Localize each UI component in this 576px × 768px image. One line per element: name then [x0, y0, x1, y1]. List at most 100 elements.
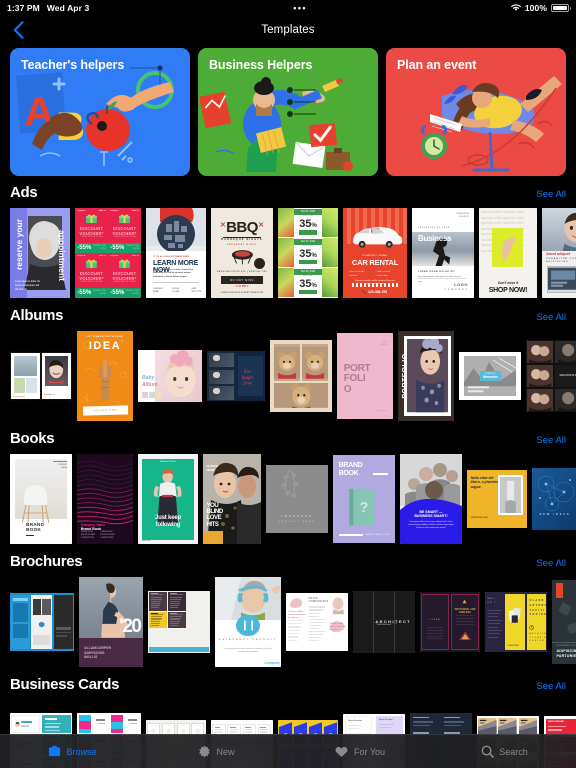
see-all-link[interactable]: See All: [536, 435, 566, 446]
featured-card-3[interactable]: Plan an event: [386, 48, 566, 176]
template-live-laugh-love-album[interactable]: live laugh love: [207, 351, 265, 401]
section-title: Books: [10, 430, 55, 447]
tab-new[interactable]: New: [144, 745, 288, 759]
svg-text:?: ?: [360, 500, 369, 516]
featured-card-title: Teacher's helpers: [21, 58, 125, 72]
template-reserve-your-appointment-ad[interactable]: reserve your appointment Lorem ipsum dol…: [10, 208, 70, 298]
template-adipiscing-parturient[interactable]: DECEMBER 2020 ADIPISCINGPARTURIENT M: [552, 580, 576, 664]
template-dark-trifold-brochure[interactable]: LOREM NOCTURNAL AND ENDLESS: [420, 592, 480, 652]
template-portfolio-pink-album[interactable]: 2020 ALBUM PORT FOLI O yourname.com: [337, 333, 393, 419]
template-yellow-grid-brochure[interactable]: [148, 591, 210, 653]
template-learn-more-now-ad[interactable]: IT IS A LONG ESTABLISHED LEARN MORE NOW …: [146, 208, 206, 298]
see-all-link[interactable]: See All: [536, 189, 566, 200]
tab-label: Browse: [66, 746, 97, 757]
browse-icon: [47, 745, 61, 759]
tab-label: New: [216, 746, 235, 757]
status-time: 1:37 PM: [7, 2, 40, 13]
template-yellow-design-brochure[interactable]: WHY US ? LOREM IPSUM CLASS APTENT TACITI SOC…: [485, 592, 547, 652]
section-title: Albums: [10, 307, 64, 324]
template-blue-tech-brochure[interactable]: [10, 593, 74, 651]
tab-browse[interactable]: Browse: [0, 745, 144, 759]
tab-label: For You: [353, 746, 386, 757]
template-blue-network-book[interactable]: NEW IDEAS: [532, 468, 576, 530]
svg-text:M: M: [153, 731, 155, 733]
template-architect-brochure[interactable]: ARCHITECT STUDIO & DESIGN: [353, 591, 415, 653]
template-lookbook-grey[interactable]: LOOKBOOK COMPANY NAME: [266, 465, 328, 533]
battery-percent: 100%: [524, 2, 547, 13]
tab-label: Search: [499, 746, 528, 757]
category-section-brochures: Brochures See All '20 ULLAMCORPER ADIPISC…: [0, 545, 576, 668]
svg-text:M: M: [168, 731, 170, 733]
svg-text:M: M: [182, 731, 184, 733]
tab-for-you[interactable]: For You: [288, 745, 432, 759]
tab-bar[interactable]: Browse New For You Search: [0, 734, 576, 768]
section-title: Business Cards: [10, 676, 120, 693]
chevron-left-icon: [13, 20, 24, 39]
template-shop-now-ad[interactable]: special offer special offer special offe…: [479, 208, 537, 298]
featured-card-title: Business Helpers: [209, 58, 313, 72]
navigation-bar: Templates: [0, 15, 576, 44]
tab-search[interactable]: Search: [432, 745, 576, 759]
heart-icon: [335, 745, 349, 759]
template-brand-book-purple[interactable]: BRAND BOOK ? COMPANY NAME | 2020: [333, 455, 395, 543]
template-row[interactable]: Lorem ipsum Lorem ipsum LET'S MAKE THIS …: [0, 330, 576, 422]
template-company-name-brandbook[interactable]: Company Name Brand Book LOREM IPSUM DOLOR…: [77, 454, 133, 544]
see-all-link[interactable]: See All: [536, 558, 566, 569]
section-header: Brochures See All: [0, 553, 576, 576]
new-icon: [197, 745, 211, 759]
featured-card-title: Plan an event: [397, 58, 477, 72]
wifi-icon: [510, 3, 521, 12]
template-be-smart-business[interactable]: BE SMART — BUSINESS SMART! Lorem ipsum do…: [400, 454, 462, 544]
svg-text:live: live: [244, 370, 252, 375]
featured-card-2[interactable]: Business Helpers: [198, 48, 378, 176]
category-section-ads: Ads See All reserve your appointment Lor…: [0, 176, 576, 299]
category-section-books: Books See All COMPANY NAME BRAND BOOK Comp…: [0, 422, 576, 545]
battery-full-icon: [551, 3, 571, 12]
see-all-link[interactable]: See All: [536, 681, 566, 692]
template-row[interactable]: '20 ULLAMCORPER ADIPISCING MOLLIS ❙❙ DATAS…: [0, 576, 576, 668]
template-car-rental-ad[interactable]: COMPANY NAME CAR RENTAL ✓ Nunc in conval…: [343, 208, 407, 298]
svg-text:M: M: [197, 731, 199, 733]
svg-text:love: love: [244, 381, 253, 386]
category-section-albums: Albums See All Lorem ipsum Lorem ipsum L…: [0, 299, 576, 422]
template-baby-album[interactable]: Baby Album: [138, 350, 202, 402]
template-just-keep-following[interactable]: Be Aware Thrive Just keep following lorem…: [138, 454, 198, 544]
template-pink-beauty-brochure[interactable]: Classic studio room experience for guests …: [286, 593, 348, 651]
search-icon: [480, 745, 494, 759]
template-business-ad[interactable]: LOREM IPSUM DOLOR SIT PRESENTED BY HERE B…: [412, 208, 474, 298]
template-memories-grid-album[interactable]: MEMORIES: [526, 340, 576, 412]
svg-text:laugh: laugh: [241, 376, 253, 381]
featured-card-1[interactable]: A B Teacher's helpers: [10, 48, 190, 176]
section-title: Brochures: [10, 553, 83, 570]
page-title: Templates: [261, 23, 315, 36]
template-idea-album[interactable]: LET'S MAKE THIS A GOOD IDEA DESIGN TIME: [77, 331, 133, 421]
status-bar: 1:37 PM Wed Apr 3 ••• 100%: [0, 0, 576, 15]
template-teddy-bear-album[interactable]: [270, 340, 332, 412]
section-header: Business Cards See All: [0, 676, 576, 699]
template-grocery-35-percent-ad[interactable]: Nov 30, 2020 DISCOUNT 35% Nov 30, 2020 D…: [278, 208, 338, 298]
section-header: Books See All: [0, 430, 576, 453]
template-amet-aliquet-ad[interactable]: Amet aliquet CURABITUR CONSECADIPISCING …: [542, 208, 576, 298]
template-portfolio-dark-album[interactable]: PORTFOLIO: [398, 331, 454, 421]
template-discount-voucher-ad[interactable]: ad ipsum dolor sit DISCOUNT VOUCHER* * VAL…: [75, 208, 141, 298]
template-fashion-book[interactable]: AUTHOR NAME YOU BLIND LOVE HITS: [203, 454, 261, 544]
template-nulla-vitae-yellow[interactable]: Nulla vitae elit libero, a pharetra augu…: [467, 470, 527, 528]
section-header: Albums See All: [0, 307, 576, 330]
see-all-link[interactable]: See All: [536, 312, 566, 323]
template-memories-album[interactable]: PORTFOLIO Memories: [459, 352, 521, 400]
template-bbq-ad[interactable]: BBQ ✕ ✕ BARBEQUE NIGHTS SATURDAY NIGHT R…: [211, 208, 273, 298]
back-button[interactable]: [7, 19, 29, 41]
category-sections: Ads See All reserve your appointment Lor…: [0, 176, 576, 768]
section-header: Ads See All: [0, 184, 576, 207]
template-row[interactable]: COMPANY NAME BRAND BOOK Company Name Brand…: [0, 453, 576, 545]
section-title: Ads: [10, 184, 38, 201]
template-ullamcorper-20-brochure[interactable]: '20 ULLAMCORPER ADIPISCING MOLLIS: [79, 577, 143, 667]
featured-cards-row[interactable]: A B Teacher's helpers: [0, 44, 576, 176]
template-brand-book-chair[interactable]: COMPANY NAME BRAND BOOK: [10, 454, 72, 544]
template-portrait-spread-album[interactable]: Lorem ipsum Lorem ipsum: [10, 351, 72, 401]
templates-scroll-area[interactable]: A B Teacher's helpers: [0, 44, 576, 768]
status-date: Wed Apr 3: [46, 2, 90, 13]
template-row[interactable]: reserve your appointment Lorem ipsum dol…: [0, 207, 576, 299]
status-center-indicator: •••: [293, 2, 307, 13]
template-headphones-brochure[interactable]: ❙❙ DATASHEET PRODUCT Lorem ipsum dolor s…: [215, 577, 281, 667]
